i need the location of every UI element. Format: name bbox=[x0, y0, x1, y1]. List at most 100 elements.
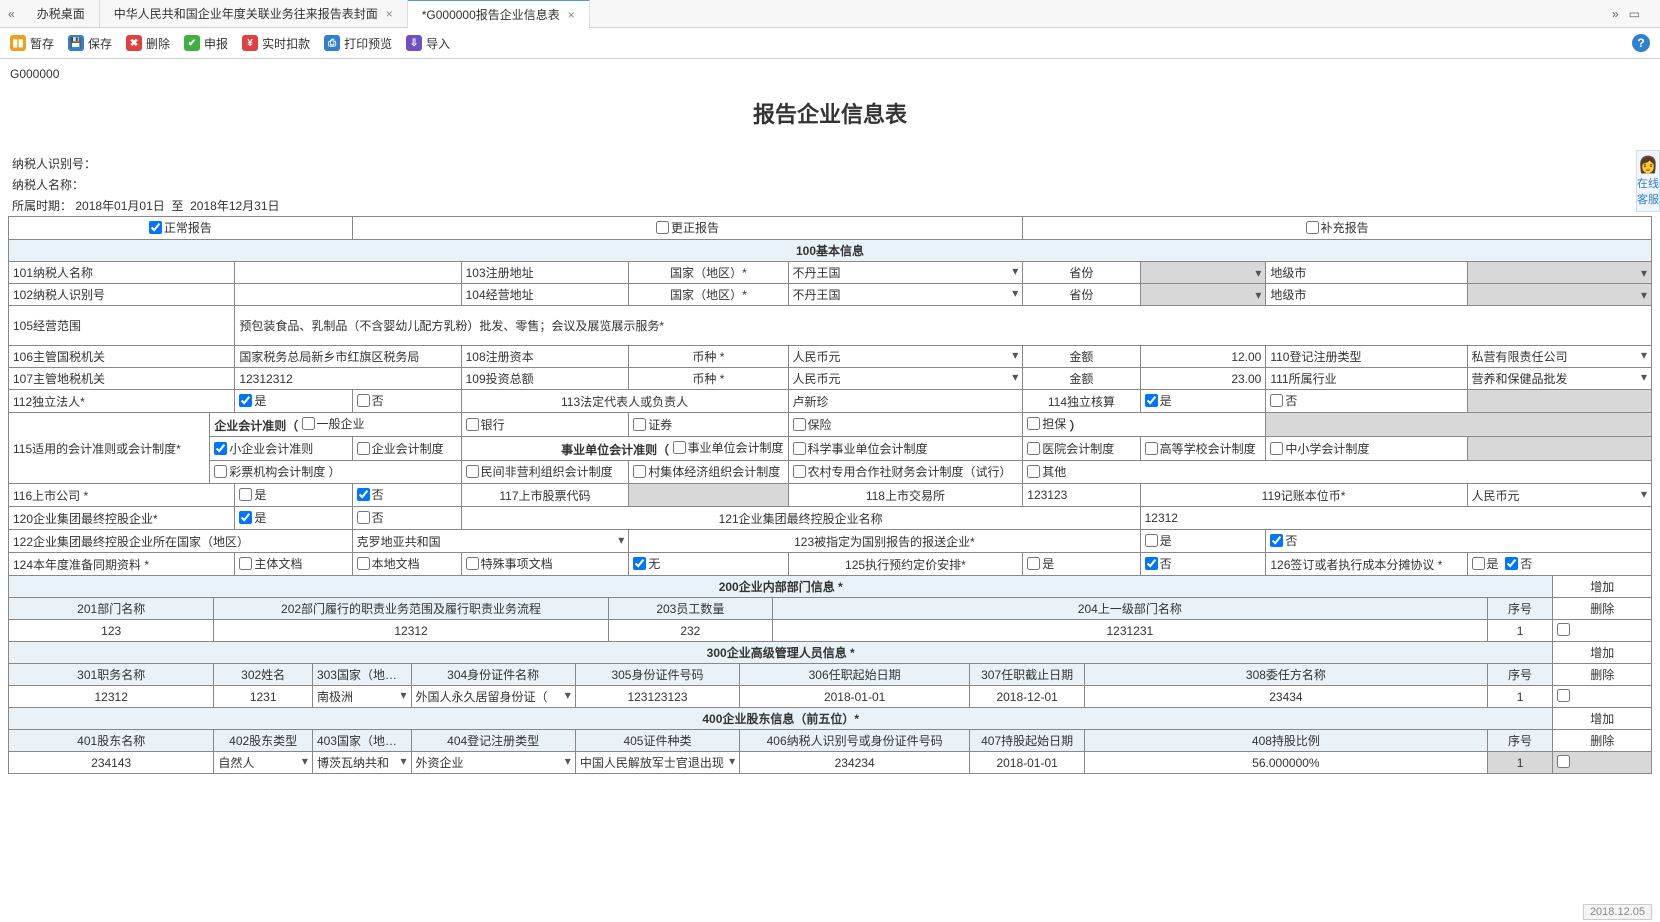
f103-province-select[interactable] bbox=[1140, 262, 1266, 284]
f101-label: 101纳税人名称 bbox=[9, 262, 235, 284]
close-icon[interactable]: × bbox=[386, 7, 393, 21]
f103-country-select[interactable]: 不丹王国 bbox=[788, 262, 1023, 284]
f123-yes[interactable]: 是 bbox=[1140, 530, 1266, 553]
f125-yes[interactable]: 是 bbox=[1023, 553, 1140, 576]
province-label: 省份 bbox=[1023, 262, 1140, 284]
f107-value[interactable]: 12312312 bbox=[235, 368, 461, 390]
f120-no[interactable]: 否 bbox=[352, 507, 461, 530]
s300-del-button[interactable]: 删除 bbox=[1553, 664, 1652, 686]
table-row: 234143 自然人 博茨瓦纳共和 外资企业 中国人民解放军士官退出现 2342… bbox=[9, 752, 1652, 774]
f125-label: 125执行预约定价安排* bbox=[788, 553, 1023, 576]
f106-value: 国家税务总局新乡市红旗区税务局 bbox=[235, 346, 461, 368]
f120-yes[interactable]: 是 bbox=[235, 507, 352, 530]
f126-value[interactable]: 是 否 bbox=[1467, 553, 1651, 576]
import-button[interactable]: ⇩导入 bbox=[406, 35, 450, 52]
f116-no[interactable]: 否 bbox=[352, 484, 461, 507]
f125-no[interactable]: 否 bbox=[1140, 553, 1266, 576]
f117-value[interactable] bbox=[629, 484, 788, 507]
online-support-widget[interactable]: 👩 在线客服 bbox=[1636, 150, 1660, 212]
f107-label: 107主管地税机关 bbox=[9, 368, 235, 390]
f123-label: 123被指定为国别报告的报送企业* bbox=[629, 530, 1140, 553]
s400-row-del-checkbox[interactable] bbox=[1553, 752, 1652, 774]
f105-label: 105经营范围 bbox=[9, 306, 235, 346]
s400-del-button[interactable]: 删除 bbox=[1553, 730, 1652, 752]
f112-no[interactable]: 否 bbox=[352, 390, 461, 413]
submit-button[interactable]: ✔申报 bbox=[184, 35, 228, 52]
window-tabs: « 办税桌面 中华人民共和国企业年度关联业务往来报告表封面 × *G000000报… bbox=[0, 0, 1660, 28]
section-200-header: 200企业内部部门信息 * bbox=[9, 576, 1553, 598]
delete-button[interactable]: ✖删除 bbox=[126, 35, 170, 52]
s300-row-del-checkbox[interactable] bbox=[1553, 686, 1652, 708]
f103-city-select[interactable] bbox=[1467, 262, 1651, 284]
f119-label: 119记账本位币* bbox=[1140, 484, 1467, 507]
f102-label: 102纳税人识别号 bbox=[9, 284, 235, 306]
normal-report-cell[interactable]: 正常报告 bbox=[9, 217, 353, 240]
f121-value[interactable]: 12312 bbox=[1140, 507, 1651, 530]
section-300-header: 300企业高级管理人员信息 * bbox=[9, 642, 1553, 664]
tabs-more[interactable]: » ▭ bbox=[1612, 7, 1660, 21]
tab-cover[interactable]: 中华人民共和国企业年度关联业务往来报告表封面 × bbox=[100, 0, 408, 27]
ent-rule-group: 企业会计准则（ 一般企业 bbox=[210, 413, 461, 437]
f110-value[interactable]: 私营有限责任公司 bbox=[1467, 346, 1651, 368]
tab-label: 中华人民共和国企业年度关联业务往来报告表封面 bbox=[114, 7, 378, 21]
f109-currency-select[interactable]: 人民币元 bbox=[788, 368, 1023, 390]
supplement-report-checkbox[interactable] bbox=[1306, 221, 1319, 234]
f104-country-select[interactable]: 不丹王国 bbox=[788, 284, 1023, 306]
country-label: 国家（地区）* bbox=[629, 284, 788, 306]
f101-value[interactable] bbox=[235, 262, 461, 284]
f112-yes[interactable]: 是 bbox=[235, 390, 352, 413]
period-line: 所属时期： 2018年01月01日 至 2018年12月31日 bbox=[8, 195, 1652, 216]
f104-province-select[interactable] bbox=[1140, 284, 1266, 306]
province-label: 省份 bbox=[1023, 284, 1140, 306]
s200-del-button[interactable]: 删除 bbox=[1553, 598, 1652, 620]
save-button[interactable]: 💾保存 bbox=[68, 35, 112, 52]
help-icon[interactable]: ? bbox=[1632, 34, 1650, 52]
taxpayer-ident-label: 纳税人识别号： bbox=[8, 153, 1652, 174]
print-preview-button[interactable]: ⎙打印预览 bbox=[324, 35, 392, 52]
f114-yes[interactable]: 是 bbox=[1140, 390, 1266, 413]
city-label: 地级市 bbox=[1266, 284, 1467, 306]
f109-amount[interactable]: 23.00 bbox=[1140, 368, 1266, 390]
tab-desktop[interactable]: 办税桌面 bbox=[23, 0, 100, 27]
f110-label: 110登记注册类型 bbox=[1266, 346, 1467, 368]
f122-value[interactable]: 克罗地亚共和国 bbox=[352, 530, 629, 553]
f105-value[interactable]: 预包装食品、乳制品（不含婴幼儿配方乳粉）批发、零售；会议及展览展示服务* bbox=[235, 306, 1652, 346]
s400-add-button[interactable]: 增加 bbox=[1553, 708, 1652, 730]
f115-label: 115适用的会计准则或会计制度* bbox=[9, 413, 210, 484]
f113-value[interactable]: 卢新珍 bbox=[788, 390, 1023, 413]
close-icon[interactable]: × bbox=[568, 8, 575, 22]
f118-value[interactable]: 123123 bbox=[1023, 484, 1140, 507]
correction-report-cell[interactable]: 更正报告 bbox=[352, 217, 1023, 240]
f104-city-select[interactable] bbox=[1467, 284, 1651, 306]
f111-value[interactable]: 营养和保健品批发 bbox=[1467, 368, 1651, 390]
f109-label: 109投资总额 bbox=[461, 368, 629, 390]
f119-value[interactable]: 人民币元 bbox=[1467, 484, 1651, 507]
f108-currency-select[interactable]: 人民币元 bbox=[788, 346, 1023, 368]
f123-no[interactable]: 否 bbox=[1266, 530, 1652, 553]
tab-label: 办税桌面 bbox=[37, 7, 85, 21]
f116-yes[interactable]: 是 bbox=[235, 484, 352, 507]
f111-label: 111所属行业 bbox=[1266, 368, 1467, 390]
s200-row-del-checkbox[interactable] bbox=[1553, 620, 1652, 642]
f108-amount[interactable]: 12.00 bbox=[1140, 346, 1266, 368]
supplement-report-cell[interactable]: 补充报告 bbox=[1023, 217, 1652, 240]
f102-value[interactable] bbox=[235, 284, 461, 306]
f116-label: 116上市公司 * bbox=[9, 484, 235, 507]
f114-label: 114独立核算 bbox=[1023, 390, 1140, 413]
f106-label: 106主管国税机关 bbox=[9, 346, 235, 368]
realtime-pay-button[interactable]: ¥实时扣款 bbox=[242, 35, 310, 52]
section-100-header: 100基本信息 bbox=[9, 240, 1652, 262]
taxpayer-name-label: 纳税人名称： bbox=[8, 174, 1652, 195]
toolbar: ▮▮暂存 💾保存 ✖删除 ✔申报 ¥实时扣款 ⎙打印预览 ⇩导入 ? bbox=[0, 28, 1660, 59]
tabs-prev[interactable]: « bbox=[0, 7, 23, 21]
normal-report-checkbox[interactable] bbox=[149, 221, 162, 234]
pause-button[interactable]: ▮▮暂存 bbox=[10, 35, 54, 52]
f108-label: 108注册资本 bbox=[461, 346, 629, 368]
tab-label: *G000000报告企业信息表 bbox=[422, 8, 560, 22]
s300-add-button[interactable]: 增加 bbox=[1553, 642, 1652, 664]
correction-report-checkbox[interactable] bbox=[656, 221, 669, 234]
s200-add-button[interactable]: 增加 bbox=[1553, 576, 1652, 598]
f114-no[interactable]: 否 bbox=[1266, 390, 1467, 413]
currency-label: 币种 * bbox=[629, 368, 788, 390]
tab-g000000[interactable]: *G000000报告企业信息表 × bbox=[408, 0, 590, 28]
